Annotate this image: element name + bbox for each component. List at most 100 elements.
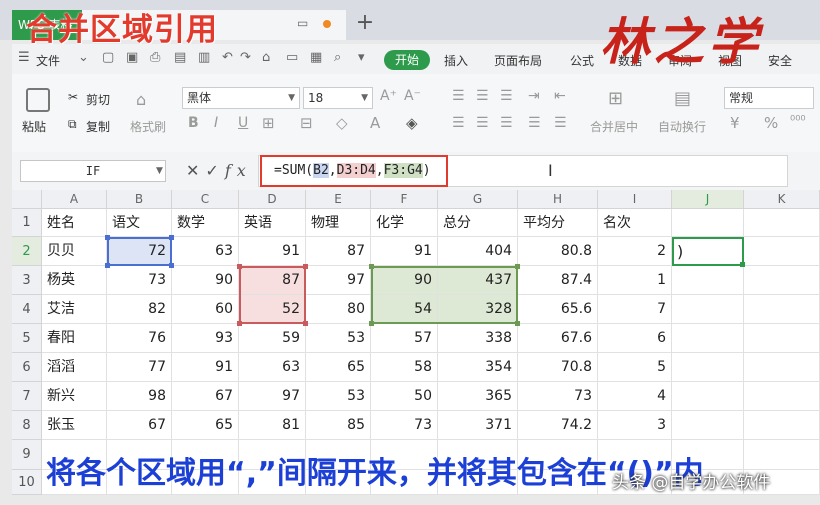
paste-icon[interactable]	[26, 88, 50, 112]
name-box[interactable]: IF	[20, 160, 166, 182]
row-header-6[interactable]: 6	[12, 353, 42, 382]
border-icon[interactable]: ⊞	[262, 114, 275, 132]
column-header-b[interactable]: B	[107, 190, 172, 209]
justify-icon[interactable]: ☰	[528, 115, 541, 131]
header-cell[interactable]: 名次	[598, 209, 672, 237]
search-icon[interactable]: ⌕	[334, 50, 341, 65]
number-format-select[interactable]: 常规	[724, 87, 814, 109]
format-icon[interactable]: ⌂	[262, 50, 270, 65]
grid-cell[interactable]: 73	[371, 411, 438, 440]
grid-cell[interactable]	[744, 266, 820, 295]
grid-cell[interactable]: 杨英	[42, 266, 107, 295]
grid-cell[interactable]: 98	[107, 382, 172, 411]
currency-icon[interactable]: ¥	[730, 114, 740, 132]
resize-handle[interactable]	[303, 264, 308, 269]
grid-cell[interactable]: 354	[438, 353, 518, 382]
redo-icon[interactable]: ↷	[240, 50, 251, 65]
grid-cell[interactable]: 67	[172, 382, 239, 411]
grid-cell[interactable]: 3	[598, 411, 672, 440]
grid-cell[interactable]: 91	[172, 353, 239, 382]
resize-handle[interactable]	[169, 235, 174, 240]
indent-icon[interactable]: ⇥	[528, 88, 540, 104]
open-icon[interactable]: ▢	[102, 50, 114, 65]
grid-cell[interactable]: 67	[107, 411, 172, 440]
grid-cell[interactable]: 65.6	[518, 295, 598, 324]
grid-cell[interactable]: 63	[172, 237, 239, 266]
grid-cell[interactable]: 81	[239, 411, 306, 440]
grid-cell[interactable]: 67.6	[518, 324, 598, 353]
grid-cell[interactable]: 77	[107, 353, 172, 382]
more-icon[interactable]: ▾	[358, 50, 365, 65]
hamburger-icon[interactable]: ☰	[18, 50, 30, 65]
fill-handle[interactable]	[740, 262, 745, 267]
align-right-icon[interactable]: ☰	[500, 115, 513, 131]
auto-wrap-button[interactable]: 自动换行	[658, 118, 706, 135]
grid-cell[interactable]: 7	[598, 295, 672, 324]
resize-handle[interactable]	[105, 263, 110, 268]
row-header-9[interactable]: 9	[12, 440, 42, 470]
grid-cell[interactable]: 50	[371, 382, 438, 411]
align-bottom-icon[interactable]: ☰	[500, 88, 513, 104]
row-header-7[interactable]: 7	[12, 382, 42, 411]
grid-cell[interactable]: 贝贝	[42, 237, 107, 266]
font-color-icon[interactable]: A	[370, 114, 380, 132]
grid-cell[interactable]	[672, 411, 744, 440]
grid-cell[interactable]: 91	[239, 237, 306, 266]
resize-handle[interactable]	[369, 264, 374, 269]
confirm-icon[interactable]: ✓	[205, 161, 224, 180]
grid-cell[interactable]: 63	[239, 353, 306, 382]
grid-cell[interactable]: 97	[306, 266, 371, 295]
column-header-c[interactable]: C	[172, 190, 239, 209]
align-left-icon[interactable]: ☰	[452, 115, 465, 131]
grid-cell[interactable]: 65	[172, 411, 239, 440]
grid-cell[interactable]: 5	[598, 353, 672, 382]
grid-cell[interactable]: 80.8	[518, 237, 598, 266]
grid-cell[interactable]: 1	[598, 266, 672, 295]
chevron-down-icon[interactable]: ⌄	[78, 50, 89, 65]
grid-cell[interactable]: 80	[306, 295, 371, 324]
column-header-k[interactable]: K	[744, 190, 820, 209]
grid-cell[interactable]	[672, 382, 744, 411]
resize-handle[interactable]	[237, 264, 242, 269]
header-cell[interactable]: 平均分	[518, 209, 598, 237]
header-cell[interactable]: 英语	[239, 209, 306, 237]
screen-icon[interactable]: ▭	[286, 50, 298, 65]
menu-file[interactable]: 文件	[36, 52, 60, 69]
export-icon[interactable]: ▥	[198, 50, 210, 65]
header-cell[interactable]: 姓名	[42, 209, 107, 237]
header-cell[interactable]: 物理	[306, 209, 371, 237]
align-middle-icon[interactable]: ☰	[476, 88, 489, 104]
bold-button[interactable]: B	[188, 115, 199, 131]
resize-handle[interactable]	[369, 321, 374, 326]
column-header-g[interactable]: G	[438, 190, 518, 209]
column-header-a[interactable]: A	[42, 190, 107, 209]
merge-center-icon[interactable]: ⊞	[608, 88, 623, 109]
header-cell[interactable]: 语文	[107, 209, 172, 237]
column-header-h[interactable]: H	[518, 190, 598, 209]
grid-cell[interactable]: 53	[306, 382, 371, 411]
thousands-icon[interactable]: ⁰⁰⁰	[790, 114, 806, 129]
grid-cell[interactable]: 57	[371, 324, 438, 353]
print-icon[interactable]: ⎙	[150, 50, 160, 65]
menu-page-layout[interactable]: 页面布局	[494, 52, 542, 69]
resize-handle[interactable]	[237, 321, 242, 326]
grid-cell[interactable]: 张玉	[42, 411, 107, 440]
column-header-f[interactable]: F	[371, 190, 438, 209]
merge-center-button[interactable]: 合并居中	[590, 118, 638, 135]
eraser-icon[interactable]: ◈	[406, 114, 418, 132]
column-header-j[interactable]: J	[672, 190, 744, 209]
grid-cell[interactable]: 87.4	[518, 266, 598, 295]
column-header-i[interactable]: I	[598, 190, 672, 209]
increase-font-icon[interactable]: A⁺	[380, 88, 397, 104]
grid-cell[interactable]	[744, 353, 820, 382]
grid-cell[interactable]	[744, 295, 820, 324]
merge-icon[interactable]: ⊟	[300, 114, 313, 132]
row-header-5[interactable]: 5	[12, 324, 42, 353]
grid-cell[interactable]: 82	[107, 295, 172, 324]
format-painter-button[interactable]: 格式刷	[130, 118, 166, 135]
grid-cell[interactable]: 艾洁	[42, 295, 107, 324]
grid-cell[interactable]: 2	[598, 237, 672, 266]
grid-cell[interactable]	[744, 324, 820, 353]
cut-icon[interactable]: ✂	[68, 90, 78, 104]
grid-cell[interactable]: 87	[306, 237, 371, 266]
